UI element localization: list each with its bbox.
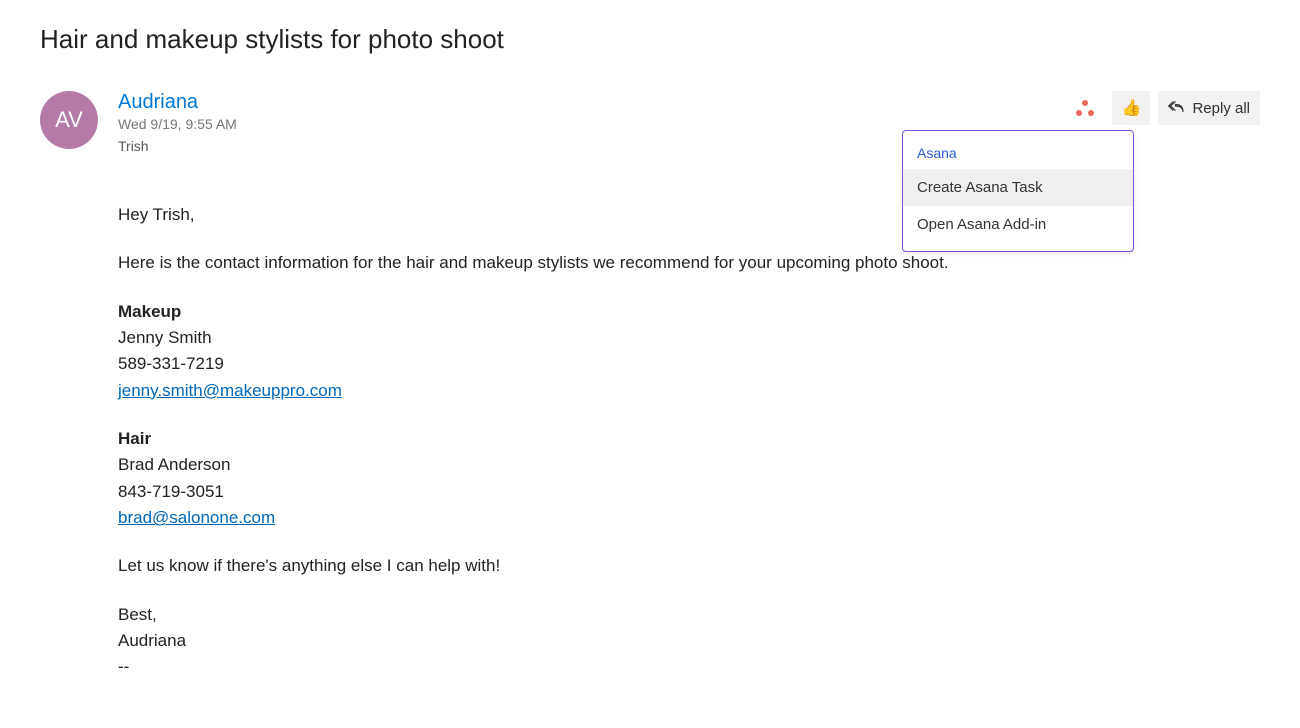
hair-contact-name: Brad Anderson bbox=[118, 452, 1260, 478]
hair-contact-phone: 843-719-3051 bbox=[118, 479, 1260, 505]
reply-all-label: Reply all bbox=[1192, 100, 1250, 117]
asana-dropdown: Asana Create Asana Task Open Asana Add-i… bbox=[902, 130, 1134, 252]
hair-contact-email[interactable]: brad@salonone.com bbox=[118, 508, 275, 527]
asana-button[interactable] bbox=[1066, 91, 1104, 125]
action-bar: 👍 Reply all bbox=[1066, 91, 1260, 125]
hair-heading: Hair bbox=[118, 426, 1260, 452]
makeup-contact-phone: 589-331-7219 bbox=[118, 351, 1260, 377]
email-body: Hey Trish, Here is the contact informati… bbox=[118, 202, 1260, 681]
makeup-contact-email[interactable]: jenny.smith@makeuppro.com bbox=[118, 381, 342, 400]
body-intro: Here is the contact information for the … bbox=[118, 250, 1260, 276]
asana-dropdown-item-open[interactable]: Open Asana Add-in bbox=[903, 206, 1133, 243]
body-closing: Let us know if there's anything else I c… bbox=[118, 553, 1260, 579]
asana-dropdown-item-create[interactable]: Create Asana Task bbox=[903, 169, 1133, 206]
like-button[interactable]: 👍 bbox=[1112, 91, 1150, 125]
asana-dropdown-title: Asana bbox=[903, 139, 1133, 169]
email-subject: Hair and makeup stylists for photo shoot bbox=[40, 24, 1260, 55]
reply-all-button[interactable]: Reply all bbox=[1158, 91, 1260, 125]
makeup-contact-name: Jenny Smith bbox=[118, 325, 1260, 351]
makeup-heading: Makeup bbox=[118, 299, 1260, 325]
makeup-section: Makeup Jenny Smith 589-331-7219 jenny.sm… bbox=[118, 299, 1260, 404]
signature-name: Audriana bbox=[118, 628, 1260, 654]
reply-all-icon bbox=[1168, 98, 1186, 118]
avatar[interactable]: AV bbox=[40, 91, 98, 149]
signature-sep: -- bbox=[118, 654, 1260, 680]
sender-name[interactable]: Audriana bbox=[118, 91, 1066, 114]
like-icon: 👍 bbox=[1122, 98, 1142, 118]
signoff: Best, bbox=[118, 602, 1260, 628]
hair-section: Hair Brad Anderson 843-719-3051 brad@sal… bbox=[118, 426, 1260, 531]
signoff-block: Best, Audriana -- bbox=[118, 602, 1260, 681]
asana-icon bbox=[1076, 100, 1094, 116]
